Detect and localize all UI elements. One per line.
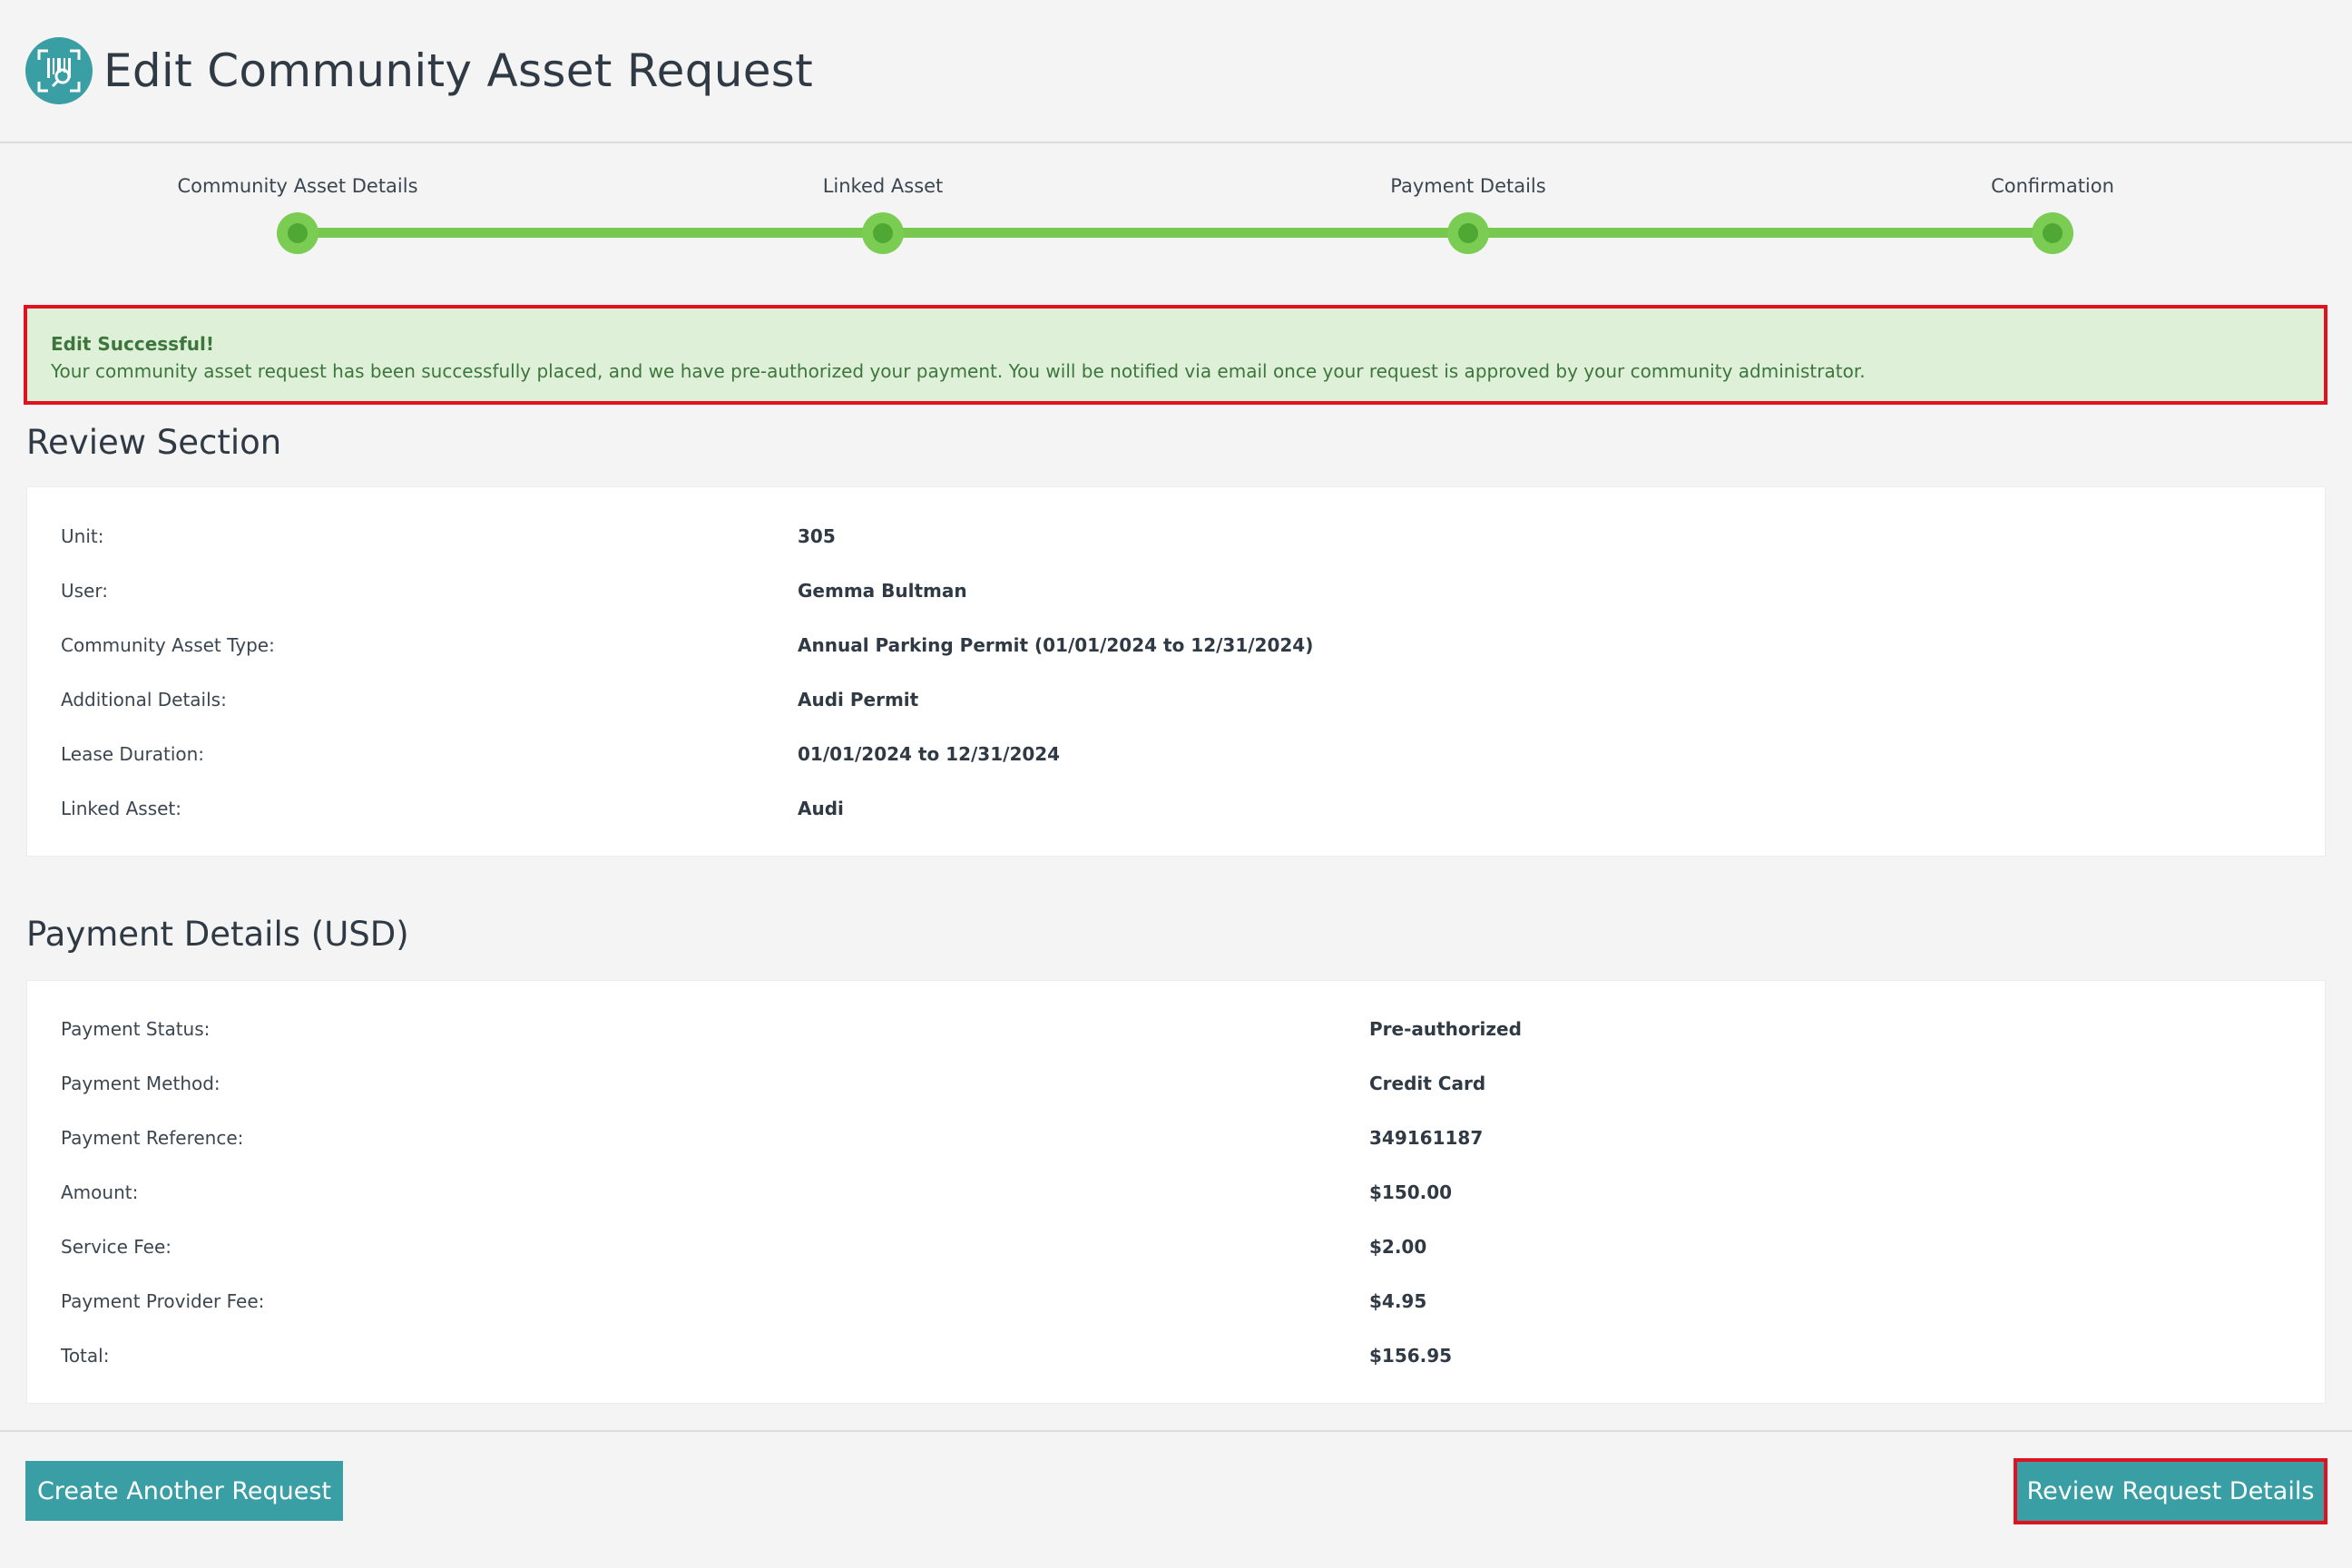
row-label: Amount: bbox=[61, 1181, 139, 1203]
row-label: Payment Reference: bbox=[61, 1127, 244, 1149]
row-value: Audi Permit bbox=[798, 689, 919, 710]
row-label: Total: bbox=[61, 1345, 110, 1367]
row-value: Credit Card bbox=[1369, 1073, 1486, 1094]
row-label: Service Fee: bbox=[61, 1236, 172, 1258]
row-label: Linked Asset: bbox=[61, 798, 182, 819]
row-label: Payment Method: bbox=[61, 1073, 220, 1094]
row-value: 349161187 bbox=[1369, 1127, 1484, 1149]
row-label: Community Asset Type: bbox=[61, 634, 275, 656]
row-label: Additional Details: bbox=[61, 689, 227, 710]
row-value: Annual Parking Permit (01/01/2024 to 12/… bbox=[798, 634, 1314, 656]
row-value: 01/01/2024 to 12/31/2024 bbox=[798, 743, 1061, 765]
payment-row-reference: Payment Reference: 349161187 bbox=[61, 1120, 2293, 1156]
step-community-asset-details: Community Asset Details bbox=[116, 172, 479, 254]
row-value: Pre-authorized bbox=[1369, 1018, 1522, 1040]
step-confirmation: Confirmation bbox=[1871, 172, 2234, 254]
step-complete-dot bbox=[2032, 212, 2073, 254]
row-label: Payment Provider Fee: bbox=[61, 1290, 265, 1312]
step-complete-dot bbox=[1447, 212, 1489, 254]
payment-card: Payment Status: Pre-authorized Payment M… bbox=[26, 980, 2326, 1404]
review-row-user: User: Gemma Bultman bbox=[61, 573, 2293, 609]
step-label: Confirmation bbox=[1991, 175, 2114, 197]
review-request-details-button[interactable]: Review Request Details bbox=[2017, 1462, 2324, 1521]
row-value: $156.95 bbox=[1369, 1345, 1453, 1367]
row-label: Payment Status: bbox=[61, 1018, 211, 1040]
step-linked-asset: Linked Asset bbox=[701, 172, 1064, 254]
payment-row-amount: Amount: $150.00 bbox=[61, 1174, 2293, 1210]
payment-section-title: Payment Details (USD) bbox=[26, 915, 409, 954]
step-complete-dot bbox=[277, 212, 318, 254]
row-value: 305 bbox=[798, 525, 836, 547]
barcode-scan-icon bbox=[25, 37, 93, 104]
review-row-additional-details: Additional Details: Audi Permit bbox=[61, 681, 2293, 718]
row-label: User: bbox=[61, 580, 108, 602]
payment-row-provider-fee: Payment Provider Fee: $4.95 bbox=[61, 1283, 2293, 1319]
review-row-asset-type: Community Asset Type: Annual Parking Per… bbox=[61, 627, 2293, 663]
step-complete-dot bbox=[862, 212, 904, 254]
page-title: Edit Community Asset Request bbox=[103, 44, 814, 97]
row-label: Lease Duration: bbox=[61, 743, 205, 765]
progress-line bbox=[298, 228, 2053, 238]
review-row-linked-asset: Linked Asset: Audi bbox=[61, 790, 2293, 827]
step-payment-details: Payment Details bbox=[1287, 172, 1650, 254]
review-row-lease-duration: Lease Duration: 01/01/2024 to 12/31/2024 bbox=[61, 736, 2293, 772]
payment-row-service-fee: Service Fee: $2.00 bbox=[61, 1229, 2293, 1265]
payment-row-method: Payment Method: Credit Card bbox=[61, 1065, 2293, 1102]
success-alert: Edit Successful! Your community asset re… bbox=[24, 305, 2328, 405]
create-another-request-button[interactable]: Create Another Request bbox=[25, 1461, 343, 1521]
step-label: Community Asset Details bbox=[177, 175, 418, 197]
footer-divider bbox=[0, 1430, 2352, 1432]
row-label: Unit: bbox=[61, 525, 104, 547]
row-value: $150.00 bbox=[1369, 1181, 1453, 1203]
review-card: Unit: 305 User: Gemma Bultman Community … bbox=[26, 486, 2326, 857]
row-value: $4.95 bbox=[1369, 1290, 1427, 1312]
payment-row-status: Payment Status: Pre-authorized bbox=[61, 1011, 2293, 1047]
row-value: Gemma Bultman bbox=[798, 580, 967, 602]
row-value: $2.00 bbox=[1369, 1236, 1427, 1258]
payment-row-total: Total: $156.95 bbox=[61, 1338, 2293, 1374]
review-row-unit: Unit: 305 bbox=[61, 518, 2293, 554]
step-label: Payment Details bbox=[1390, 175, 1546, 197]
page-header: Edit Community Asset Request bbox=[0, 0, 2352, 143]
alert-title: Edit Successful! bbox=[51, 333, 214, 355]
review-section-title: Review Section bbox=[26, 423, 282, 462]
alert-message: Your community asset request has been su… bbox=[51, 360, 1866, 382]
step-label: Linked Asset bbox=[822, 175, 944, 197]
row-value: Audi bbox=[798, 798, 844, 819]
